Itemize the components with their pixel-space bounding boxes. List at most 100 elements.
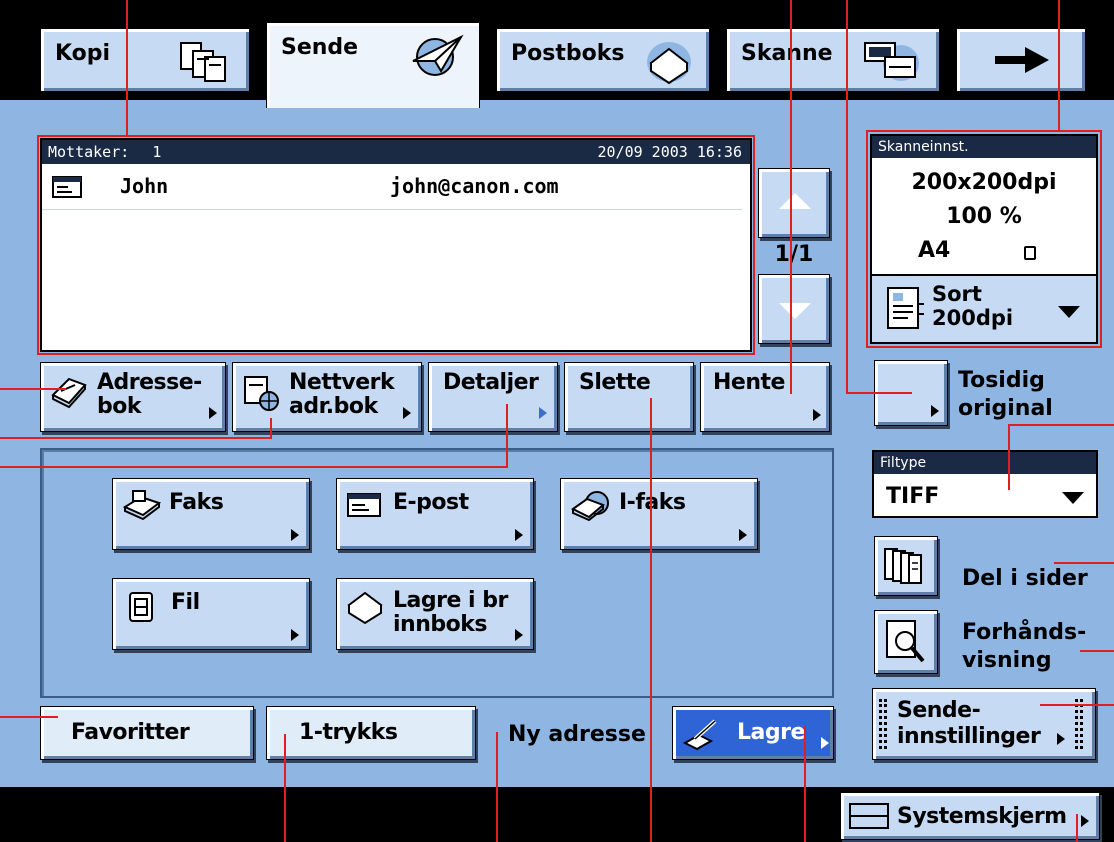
inbox-icon — [345, 589, 385, 629]
store-inbox-label-1: Lagre i br — [393, 588, 508, 613]
address-book-button[interactable]: Adresse- bok — [40, 362, 226, 432]
fetch-button[interactable]: Hente — [700, 362, 830, 432]
pen-icon — [681, 717, 721, 755]
callout-line — [846, 392, 912, 394]
ifax-label: I-faks — [619, 490, 686, 515]
new-address-label: Ny adresse — [508, 722, 646, 747]
new-address-tab[interactable]: Ny adresse — [484, 698, 670, 768]
duplex-chevron-icon — [931, 405, 939, 417]
details-chevron-icon — [539, 407, 547, 419]
details-button[interactable]: Detaljer — [428, 362, 558, 432]
network-address-book-button[interactable]: Nettverk adr.bok — [232, 362, 422, 432]
send-settings-button[interactable]: Sende- innstillinger — [872, 688, 1096, 760]
preview-label-2: visning — [962, 648, 1052, 673]
tab-more[interactable] — [956, 28, 1086, 92]
system-monitor-button[interactable]: Systemskjerm — [840, 792, 1100, 840]
scanner-icon — [861, 37, 925, 89]
split-pages-icon — [883, 545, 927, 589]
callout-line — [1076, 814, 1078, 842]
send-settings-chevron-icon — [1057, 733, 1065, 745]
tab-mailbox-label: Postboks — [511, 41, 625, 66]
callout-line — [846, 0, 848, 394]
arrow-right-icon — [993, 45, 1051, 79]
filetype-dropdown-icon — [1062, 492, 1084, 504]
fetch-label: Hente — [713, 370, 785, 395]
email-button[interactable]: E-post — [336, 478, 534, 550]
up-arrow-icon — [779, 193, 811, 209]
preview-magnifier-icon — [885, 619, 929, 669]
store-tab-chevron-icon — [821, 737, 829, 749]
mailbox-icon — [643, 39, 695, 89]
dotted-edge-left-icon — [879, 699, 887, 749]
address-book-label-1: Adresse- — [97, 370, 202, 395]
monitor-icon-line — [849, 815, 889, 817]
callout-line — [284, 734, 286, 842]
favorites-tab[interactable]: Favoritter — [40, 706, 254, 760]
callout-line — [1040, 704, 1114, 706]
copy-icon — [173, 39, 229, 87]
ifax-button[interactable]: I-faks — [560, 478, 758, 550]
system-monitor-label: Systemskjerm — [897, 804, 1067, 829]
callout-frame-recipient-list — [37, 135, 755, 355]
one-touch-tab[interactable]: 1-trykks — [266, 706, 476, 760]
store-tab[interactable]: Lagre — [672, 706, 834, 760]
system-monitor-chevron-icon — [1081, 815, 1089, 827]
tab-mailbox[interactable]: Postboks — [496, 28, 710, 92]
tab-copy[interactable]: Kopi — [40, 28, 250, 92]
callout-line — [496, 732, 498, 842]
callout-line — [0, 466, 508, 468]
callout-line — [270, 418, 272, 439]
file-button[interactable]: Fil — [112, 578, 310, 650]
callout-line — [0, 388, 66, 390]
network-book-label-2: adr.bok — [289, 394, 378, 419]
tab-scan[interactable]: Skanne — [726, 28, 940, 92]
ifax-icon — [569, 489, 613, 525]
network-book-icon — [241, 373, 281, 415]
fax-button[interactable]: Faks — [112, 478, 310, 550]
preview-button[interactable] — [874, 610, 938, 674]
callout-line — [0, 437, 272, 439]
dotted-edge-right-icon — [1075, 699, 1083, 749]
store-tab-label: Lagre — [737, 720, 805, 745]
callout-line — [1054, 562, 1114, 564]
callout-frame-scan-settings — [866, 130, 1102, 348]
address-book-label-2: bok — [97, 394, 142, 419]
email-icon — [347, 493, 381, 521]
callout-line — [1080, 650, 1114, 652]
callout-line — [804, 726, 806, 842]
scroll-up-button[interactable] — [758, 168, 830, 238]
split-pages-label: Del i sider — [962, 566, 1088, 591]
store-inbox-label-2: innboks — [393, 612, 487, 637]
ifax-chevron-icon — [739, 529, 747, 541]
tab-send-label: Sende — [281, 35, 359, 60]
file-chevron-icon — [291, 629, 299, 641]
favorites-label: Favoritter — [71, 720, 190, 745]
split-pages-button[interactable] — [874, 536, 938, 596]
one-touch-label: 1-trykks — [299, 720, 398, 745]
tab-copy-label: Kopi — [55, 41, 111, 66]
store-inbox-button[interactable]: Lagre i br innboks — [336, 578, 534, 650]
fax-label: Faks — [169, 490, 224, 515]
callout-line — [650, 398, 652, 842]
filetype-selector[interactable]: Filtype TIFF — [872, 450, 1098, 518]
details-label: Detaljer — [443, 370, 539, 395]
duplex-label-2: original — [958, 396, 1053, 421]
callout-line — [790, 0, 792, 394]
tab-send[interactable]: Sende — [266, 22, 480, 108]
callout-line — [1058, 0, 1060, 131]
network-book-label-1: Nettverk — [289, 370, 395, 395]
delete-button[interactable]: Slette — [564, 362, 694, 432]
fax-icon — [121, 489, 163, 525]
preview-label-1: Forhånds- — [962, 620, 1087, 645]
callout-line — [1008, 424, 1114, 426]
filetype-value: TIFF — [886, 484, 940, 509]
store-inbox-chevron-icon — [515, 629, 523, 641]
filetype-title: Filtype — [874, 452, 1096, 474]
callout-line — [126, 0, 128, 136]
delete-label: Slette — [579, 370, 651, 395]
down-arrow-icon — [779, 303, 811, 319]
file-icon — [127, 591, 155, 627]
send-settings-label-2: innstillinger — [897, 724, 1041, 749]
fax-chevron-icon — [291, 529, 299, 541]
scroll-down-button[interactable] — [758, 274, 830, 344]
